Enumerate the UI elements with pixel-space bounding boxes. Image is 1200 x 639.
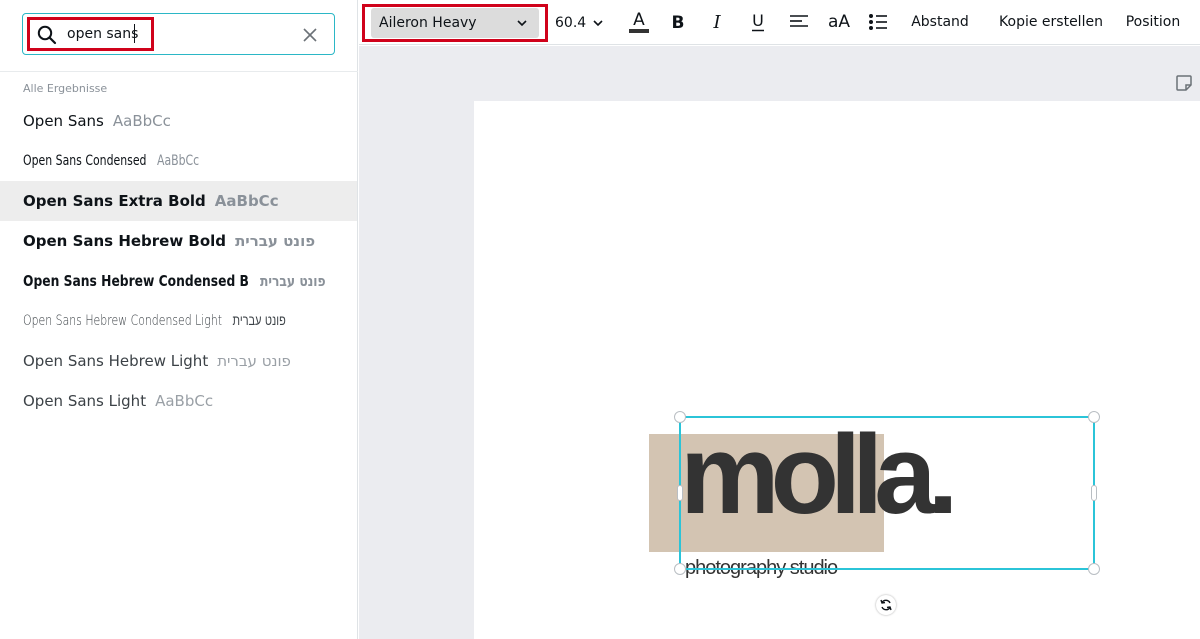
selection-box[interactable] xyxy=(674,411,1100,575)
text-color-icon: A xyxy=(629,10,649,33)
font-name: Open Sans Condensed xyxy=(23,153,147,169)
font-preview: פונט עברית xyxy=(232,313,286,329)
font-result-item[interactable]: Open Sans Hebrew Condensed B פונט עברית xyxy=(0,261,357,301)
font-result-item[interactable]: Open Sans Light AaBbCc xyxy=(0,381,357,421)
resize-handle-top-right[interactable] xyxy=(1088,411,1100,423)
font-name: Open Sans xyxy=(23,112,104,130)
duplicate-label: Kopie erstellen xyxy=(999,14,1103,30)
chevron-down-icon xyxy=(517,20,527,27)
resize-handle-left[interactable] xyxy=(677,485,683,501)
text-caret xyxy=(134,24,135,43)
font-preview: פונט עברית xyxy=(235,232,316,250)
font-preview: AaBbCc xyxy=(156,153,200,169)
rotate-button[interactable] xyxy=(876,595,896,615)
bold-icon: B xyxy=(672,13,685,32)
letter-case-label: aA xyxy=(827,12,851,32)
align-button[interactable] xyxy=(785,8,813,36)
font-family-label: Aileron Heavy xyxy=(379,15,477,31)
font-name: Open Sans Hebrew Light xyxy=(23,352,209,370)
font-preview: AaBbCc xyxy=(155,392,214,410)
list-icon xyxy=(869,14,887,30)
font-result-item[interactable]: Open Sans Hebrew Light פונט עברית xyxy=(0,341,357,381)
font-size-value: 60.4 xyxy=(555,15,587,31)
font-preview: פונט עברית xyxy=(259,271,326,290)
resize-handle-right[interactable] xyxy=(1091,485,1097,501)
font-name: Open Sans Extra Bold xyxy=(23,192,206,210)
design-page[interactable]: molla. photography studio xyxy=(474,101,1200,639)
align-left-icon xyxy=(790,15,808,27)
note-icon[interactable] xyxy=(1175,74,1193,92)
spacing-label: Abstand xyxy=(911,14,969,30)
svg-text:B: B xyxy=(672,13,685,32)
divider xyxy=(0,71,358,72)
font-result-item[interactable]: Open Sans Hebrew Bold פונט עברית xyxy=(0,221,357,261)
font-name: Open Sans Hebrew Condensed Light xyxy=(23,313,223,329)
search-icon xyxy=(37,25,57,45)
font-preview: AaBbCc xyxy=(214,192,279,210)
font-search-box[interactable] xyxy=(22,13,335,55)
font-preview: פונט עברית xyxy=(217,352,291,370)
bold-button[interactable]: B xyxy=(665,8,691,36)
resize-handle-top-left[interactable] xyxy=(674,411,686,423)
font-name: Open Sans Light xyxy=(23,392,147,410)
underline-button[interactable]: U xyxy=(745,8,771,36)
font-name: Open Sans Hebrew Bold xyxy=(23,232,227,250)
font-panel: Alle Ergebnisse Open Sans AaBbCc Open Sa… xyxy=(0,0,358,639)
chevron-down-icon xyxy=(593,20,603,27)
spacing-button[interactable]: Abstand xyxy=(905,8,975,36)
list-button[interactable] xyxy=(865,8,891,36)
results-heading: Alle Ergebnisse xyxy=(23,82,108,95)
font-size-dropdown[interactable]: 60.4 xyxy=(555,11,609,35)
text-color-button[interactable]: A xyxy=(625,8,653,36)
font-result-item[interactable]: Open Sans Condensed AaBbCc xyxy=(0,141,357,181)
font-name: Open Sans Hebrew Condensed B xyxy=(23,271,249,290)
rotate-icon xyxy=(880,599,892,611)
italic-button[interactable]: I xyxy=(704,8,730,36)
font-result-item[interactable]: Open Sans AaBbCc xyxy=(0,101,357,141)
canvas-workspace: molla. photography studio xyxy=(359,46,1200,639)
font-result-item-hovered[interactable]: Open Sans Extra Bold AaBbCc xyxy=(0,181,357,221)
letter-case-button[interactable]: aA xyxy=(824,8,854,36)
duplicate-button[interactable]: Kopie erstellen xyxy=(995,8,1107,36)
svg-text:U: U xyxy=(752,11,764,30)
svg-text:I: I xyxy=(712,12,721,32)
font-family-dropdown[interactable]: Aileron Heavy xyxy=(371,8,539,38)
svg-text:A: A xyxy=(633,10,645,30)
position-label: Position xyxy=(1125,14,1181,30)
text-toolbar: Aileron Heavy 60.4 A B I U aA Abstand Ko… xyxy=(359,0,1200,45)
position-button[interactable]: Position xyxy=(1121,8,1185,36)
resize-handle-bottom-left[interactable] xyxy=(674,563,686,575)
font-search-input[interactable] xyxy=(67,23,147,45)
underline-icon: U xyxy=(752,11,764,32)
font-preview: AaBbCc xyxy=(112,112,171,130)
clear-icon[interactable] xyxy=(301,26,319,44)
font-result-item[interactable]: Open Sans Hebrew Condensed Light פונט עב… xyxy=(0,301,357,341)
resize-handle-bottom-right[interactable] xyxy=(1088,563,1100,575)
font-results-list: Open Sans AaBbCc Open Sans Condensed AaB… xyxy=(0,101,358,421)
italic-icon: I xyxy=(712,12,721,32)
